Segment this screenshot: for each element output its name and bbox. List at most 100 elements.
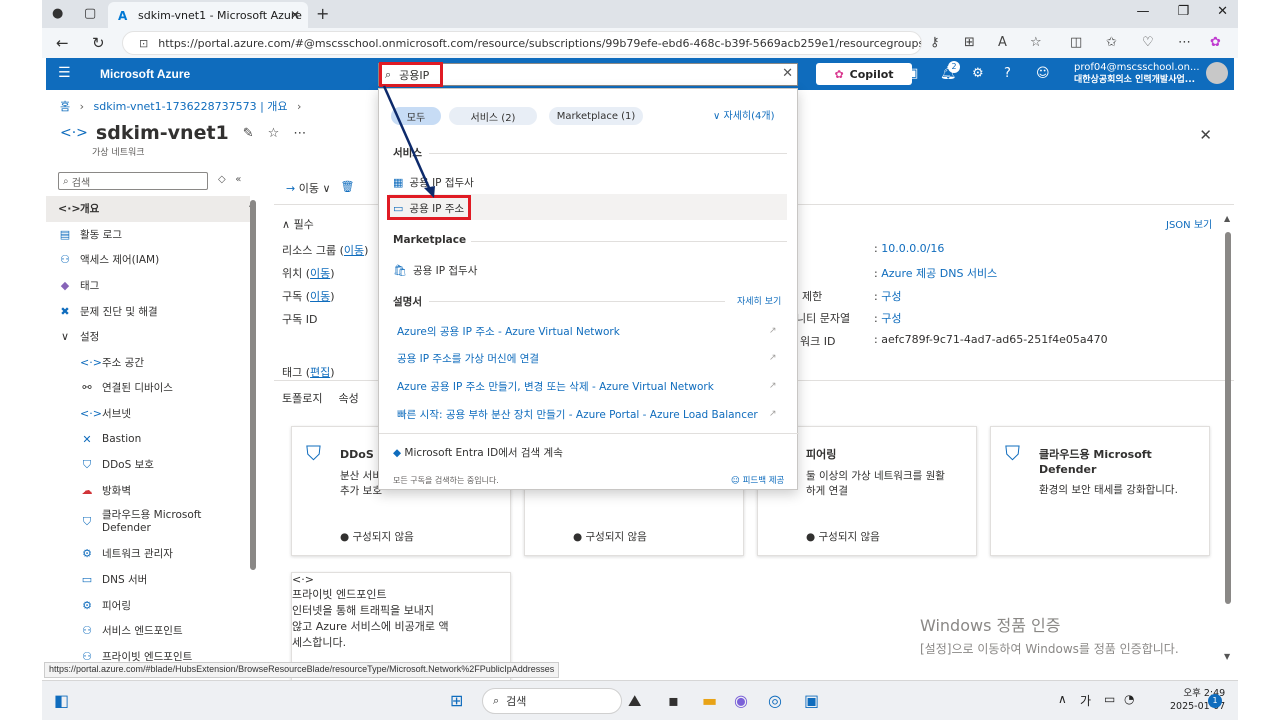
star-icon[interactable]: ☆ (268, 126, 280, 141)
site-info-icon[interactable]: ⊡ (139, 37, 148, 50)
sidebar-item-address-space[interactable]: <·> 주소 공간 (46, 350, 250, 376)
scroll-down-icon[interactable]: ▼ (1224, 652, 1230, 661)
sidebar-item-bastion[interactable]: ✕ Bastion (46, 426, 250, 452)
docs-more-link[interactable]: 자세히 보기 (737, 294, 781, 307)
new-tab-icon[interactable]: + (316, 4, 329, 23)
file-explorer-icon[interactable]: ▬ (702, 691, 717, 710)
clear-search-icon[interactable]: ✕ (782, 66, 793, 81)
sidebar-item-network-manager[interactable]: ⚙ 네트워크 관리자 (46, 541, 250, 567)
result-public-ip-prefix[interactable]: ▦ 공용 IP 접두사 (393, 175, 474, 190)
favorite-icon[interactable]: ☆ (1030, 35, 1042, 50)
cloud-shell-icon[interactable]: ▣ (906, 66, 918, 81)
sidebar-item-iam[interactable]: ⚇ 액세스 제어(IAM) (46, 247, 250, 273)
sidebar-item-settings[interactable]: ∨ 설정 (46, 324, 250, 350)
task-view-icon[interactable]: ▪ (668, 691, 679, 710)
show-more-link[interactable]: ∨ 자세히(4개) (713, 107, 774, 122)
sidebar-item-defender[interactable]: ⛉ 클라우드용 Microsoft Defender (46, 503, 250, 541)
sidebar-item-ddos[interactable]: ⛉ DDoS 보호 (46, 452, 250, 478)
sidebar-collapse-icon[interactable]: ◇ « (218, 174, 241, 185)
tab-properties[interactable]: 속성 (338, 390, 358, 406)
tab-topology[interactable]: 토폴로지 (282, 390, 322, 406)
sidebar-item-diagnose[interactable]: ✖ 문제 진단 및 해결 (46, 298, 250, 324)
more-icon[interactable]: ⋯ (1178, 35, 1191, 50)
apps-icon[interactable]: ⊞ (964, 35, 975, 50)
widgets-icon[interactable]: ◧ (54, 691, 69, 710)
defender-card[interactable]: ⛉ 클라우드용 Microsoft Defender 환경의 보안 태세를 강화… (990, 426, 1210, 556)
show-hidden-icons-icon[interactable]: ∧ (1058, 692, 1067, 706)
brand[interactable]: Microsoft Azure (100, 67, 190, 81)
feedback-icon[interactable]: ☺ (1036, 66, 1050, 81)
breadcrumb-resource[interactable]: sdkim-vnet1-1736228737573 | 개요 (94, 100, 288, 113)
refresh-icon[interactable]: ↻ (92, 34, 105, 52)
community-value[interactable]: 구성 (881, 312, 901, 325)
move-button[interactable]: → 이동 ∨ (286, 180, 331, 196)
entra-search-link[interactable]: ◆ Microsoft Entra ID에서 검색 계속 (393, 445, 563, 460)
landscape-icon[interactable]: ⛰ (628, 691, 641, 711)
move-link[interactable]: 이동 (310, 267, 330, 280)
teams-icon[interactable]: ◉ (734, 691, 748, 710)
dns-value[interactable]: Azure 제공 DNS 서비스 (881, 267, 997, 280)
edge-icon[interactable]: ◎ (768, 691, 782, 710)
edit-tags-link[interactable]: 편집 (310, 366, 330, 379)
start-icon[interactable]: ⊞ (450, 691, 463, 710)
doc-link-4[interactable]: 빠른 시작: 공용 부하 분산 장치 만들기 - Azure Portal - … (397, 407, 758, 422)
move-link[interactable]: 이동 (310, 290, 330, 303)
close-blade-icon[interactable]: ✕ (1199, 126, 1212, 144)
limit-value[interactable]: 구성 (881, 290, 901, 303)
sidebar-scrollbar[interactable] (250, 200, 256, 570)
filter-services[interactable]: 서비스 (2) (449, 107, 537, 125)
essentials-toggle[interactable]: ∧ 필수 (282, 216, 314, 232)
breadcrumb-home[interactable]: 홈 (60, 100, 70, 113)
sidebar-item-peering[interactable]: ⚙ 피어링 (46, 592, 250, 618)
address-space-value[interactable]: 10.0.0.0/16 (881, 242, 944, 255)
sidebar-item-connected-devices[interactable]: ⚯ 연결된 디바이스 (46, 375, 250, 401)
network-icon[interactable]: ▭ (1104, 692, 1115, 706)
settings-icon[interactable]: ⚙ (972, 66, 984, 81)
url-field[interactable]: ⊡ https://portal.azure.com/#@mscsschool.… (122, 31, 922, 55)
back-icon[interactable]: ← (56, 34, 69, 52)
tab-actions-icon[interactable]: ▢ (84, 6, 96, 21)
copilot-icon[interactable]: ✿ (1210, 35, 1221, 50)
sidebar-item-subnets[interactable]: <·> 서브넷 (46, 401, 250, 427)
sidebar-item-activity-log[interactable]: ▤ 활동 로그 (46, 222, 250, 248)
sidebar-item-overview[interactable]: <·> 개요 (46, 196, 250, 222)
move-link[interactable]: 이동 (344, 244, 364, 257)
sidebar-item-dns[interactable]: ▭ DNS 서버 (46, 567, 250, 593)
account-menu[interactable]: prof04@mscsschool.on... 대한상공회의소 인력개발사업..… (1074, 62, 1200, 86)
ime-indicator[interactable]: 가 (1080, 692, 1091, 709)
close-window-icon[interactable]: ✕ (1217, 4, 1228, 19)
avatar[interactable] (1206, 62, 1228, 84)
sidebar-search-input[interactable]: ⌕ 검색 (58, 172, 208, 190)
split-screen-icon[interactable]: ◫ (1070, 35, 1082, 50)
favorites-icon[interactable]: ✩ (1106, 35, 1117, 50)
key-icon[interactable]: ⚷ (930, 35, 940, 50)
notification-center-badge[interactable]: 1 (1208, 694, 1222, 708)
browser-tab[interactable]: A sdkim-vnet1 - Microsoft Azure ✕ (108, 2, 308, 28)
feedback-link[interactable]: ☺ 피드백 제공 (731, 474, 784, 486)
main-scrollbar[interactable] (1225, 232, 1231, 604)
menu-icon[interactable]: ☰ (58, 65, 71, 81)
scroll-up-icon[interactable]: ▲ (1224, 214, 1230, 223)
sidebar-item-firewall[interactable]: ☁ 방화벽 (46, 478, 250, 504)
restore-icon[interactable]: ❐ (1177, 4, 1189, 19)
close-tab-icon[interactable]: ✕ (290, 8, 300, 22)
volume-icon[interactable]: ◔ (1124, 692, 1134, 706)
trash-icon[interactable]: 🗑︎ (341, 180, 355, 196)
profile-icon[interactable]: ● (52, 6, 63, 21)
result-marketplace-ip-prefix[interactable]: 🛍︎ 공용 IP 접두사 (393, 263, 477, 278)
more-actions-icon[interactable]: ⋯ (293, 126, 306, 141)
taskbar-search[interactable]: ⌕ 검색 (482, 688, 622, 714)
doc-link-1[interactable]: Azure의 공용 IP 주소 - Azure Virtual Network (397, 324, 620, 339)
sidebar-item-service-endpoints[interactable]: ⚇ 서비스 엔드포인트 (46, 618, 250, 644)
filter-all[interactable]: 모두 (391, 107, 441, 125)
filter-marketplace[interactable]: Marketplace (1) (549, 107, 643, 125)
doc-link-2[interactable]: 공용 IP 주소를 가상 머신에 연결 (397, 351, 539, 366)
minimize-icon[interactable]: — (1136, 4, 1149, 19)
read-aloud-icon[interactable]: A (998, 35, 1007, 50)
copilot-button[interactable]: ✿ Copilot (816, 63, 912, 85)
help-icon[interactable]: ? (1004, 66, 1011, 81)
doc-link-3[interactable]: Azure 공용 IP 주소 만들기, 변경 또는 삭제 - Azure Vir… (397, 379, 714, 394)
json-view-link[interactable]: JSON 보기 (1166, 216, 1212, 231)
sidebar-item-tags[interactable]: ◆ 태그 (46, 273, 250, 299)
browser-essentials-icon[interactable]: ♡ (1142, 35, 1154, 50)
